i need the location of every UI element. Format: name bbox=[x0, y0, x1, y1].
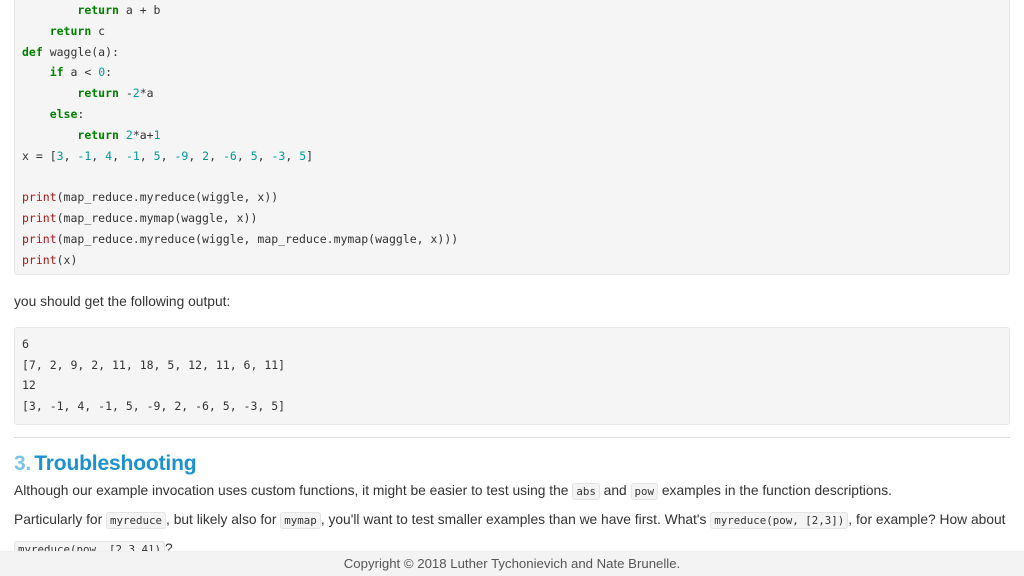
code-token: print bbox=[22, 190, 57, 205]
code-token: 12 bbox=[22, 378, 36, 393]
code-token: else bbox=[49, 106, 78, 121]
code-token: , bbox=[63, 148, 78, 163]
paragraph-abs-pow: Although our example invocation uses cus… bbox=[14, 476, 1010, 505]
code-token: (map_reduce.myreduce(wiggle, map_reduce.… bbox=[56, 231, 459, 246]
code-token: return bbox=[77, 86, 119, 101]
code-token: 5 bbox=[153, 148, 161, 163]
code-token: def bbox=[22, 44, 43, 59]
code-token: 5 bbox=[250, 148, 258, 163]
code-token: : bbox=[105, 65, 113, 80]
paragraph-1-part-2: and bbox=[599, 482, 631, 498]
code-token: , bbox=[285, 148, 300, 163]
paragraph-2-part-3: , you'll want to test smaller examples t… bbox=[320, 511, 711, 527]
code-token: 3 bbox=[56, 148, 64, 163]
code-token: , bbox=[139, 148, 154, 163]
code-token: 1 bbox=[153, 127, 161, 142]
output-intro-text: you should get the following output: bbox=[14, 293, 231, 309]
code-block-expected-output: 6 [7, 2, 9, 2, 11, 18, 5, 12, 11, 6, 11]… bbox=[14, 326, 1010, 426]
code-token: [7, 2, 9, 2, 11, 18, 5, 12, 11, 6, 11] bbox=[22, 357, 286, 372]
section-title-label: Troubleshooting bbox=[34, 451, 197, 475]
code-token: 2 bbox=[132, 86, 140, 101]
code-block-example-invocation: return a + b return c def waggle(a): if … bbox=[14, 0, 1010, 276]
code-token: x = [ bbox=[22, 148, 57, 163]
code-token: , bbox=[257, 148, 272, 163]
code-token: c bbox=[91, 23, 106, 38]
paragraph-1-part-1: Although our example invocation uses cus… bbox=[14, 482, 573, 498]
code-token: -1 bbox=[125, 148, 140, 163]
inline-code-mymap: mymap bbox=[280, 511, 321, 529]
paragraph-2-part-2: , but likely also for bbox=[166, 511, 281, 527]
code-token: [3, -1, 4, -1, 5, -9, 2, -6, 5, -3, 5] bbox=[22, 399, 286, 414]
code-token: -3 bbox=[271, 148, 286, 163]
code-token: 6 bbox=[22, 336, 29, 351]
code-token: -6 bbox=[222, 148, 237, 163]
code-token: - bbox=[118, 86, 133, 101]
code-token: waggle(a): bbox=[42, 44, 119, 59]
code-token: 2 bbox=[125, 127, 133, 142]
inline-code-myreduce: myreduce bbox=[106, 511, 167, 529]
code-token: print bbox=[22, 210, 57, 225]
code-token: , bbox=[236, 148, 251, 163]
code-token: return bbox=[49, 23, 92, 38]
code-block-1-body: return a + b return c def waggle(a): if … bbox=[22, 3, 458, 267]
inline-code-pow: pow bbox=[630, 482, 659, 500]
code-token: , bbox=[91, 148, 106, 163]
code-token: return bbox=[77, 127, 119, 142]
code-token: (map_reduce.myreduce(wiggle, x)) bbox=[56, 190, 279, 205]
section-number: 3. bbox=[14, 451, 32, 475]
inline-code-myreduce-pow-23: myreduce(pow, [2,3]) bbox=[710, 511, 849, 529]
code-token: (x) bbox=[56, 252, 78, 267]
paragraph-2-part-4: , for example? How about bbox=[848, 511, 1006, 527]
code-token: return bbox=[77, 3, 119, 17]
code-token: , bbox=[112, 148, 126, 163]
code-block-output-body: 6 [7, 2, 9, 2, 11, 18, 5, 12, 11, 6, 11]… bbox=[22, 337, 285, 413]
page-title-troubleshooting: 3. Troubleshooting bbox=[14, 452, 1010, 476]
code-token: -1 bbox=[77, 148, 92, 163]
section-divider bbox=[14, 436, 1010, 438]
page-footer: Copyright © 2018 Luther Tychonievich and… bbox=[0, 551, 1024, 576]
code-token: : bbox=[77, 106, 85, 121]
code-token: (map_reduce.mymap(waggle, x)) bbox=[56, 210, 258, 225]
article-content: return a + b return c def waggle(a): if … bbox=[0, 0, 1024, 563]
code-token: ] bbox=[306, 148, 314, 163]
code-token: , bbox=[209, 148, 223, 163]
code-token: print bbox=[22, 231, 57, 246]
code-token: a < bbox=[63, 65, 99, 80]
code-token: , bbox=[188, 148, 203, 163]
code-token: *a+ bbox=[132, 127, 154, 142]
paragraph-2-part-1: Particularly for bbox=[14, 511, 107, 527]
code-token: a + b bbox=[118, 3, 161, 17]
code-token: *a bbox=[139, 86, 154, 101]
code-token: -9 bbox=[174, 148, 189, 163]
inline-code-abs: abs bbox=[572, 482, 600, 500]
code-token: if bbox=[49, 65, 64, 80]
paragraph-1-part-3: examples in the function descriptions. bbox=[658, 482, 892, 498]
code-token: , bbox=[160, 148, 175, 163]
code-token: print bbox=[22, 252, 57, 267]
page-root: return a + b return c def waggle(a): if … bbox=[0, 0, 1024, 576]
copyright-text: Copyright © 2018 Luther Tychonievich and… bbox=[343, 556, 681, 571]
